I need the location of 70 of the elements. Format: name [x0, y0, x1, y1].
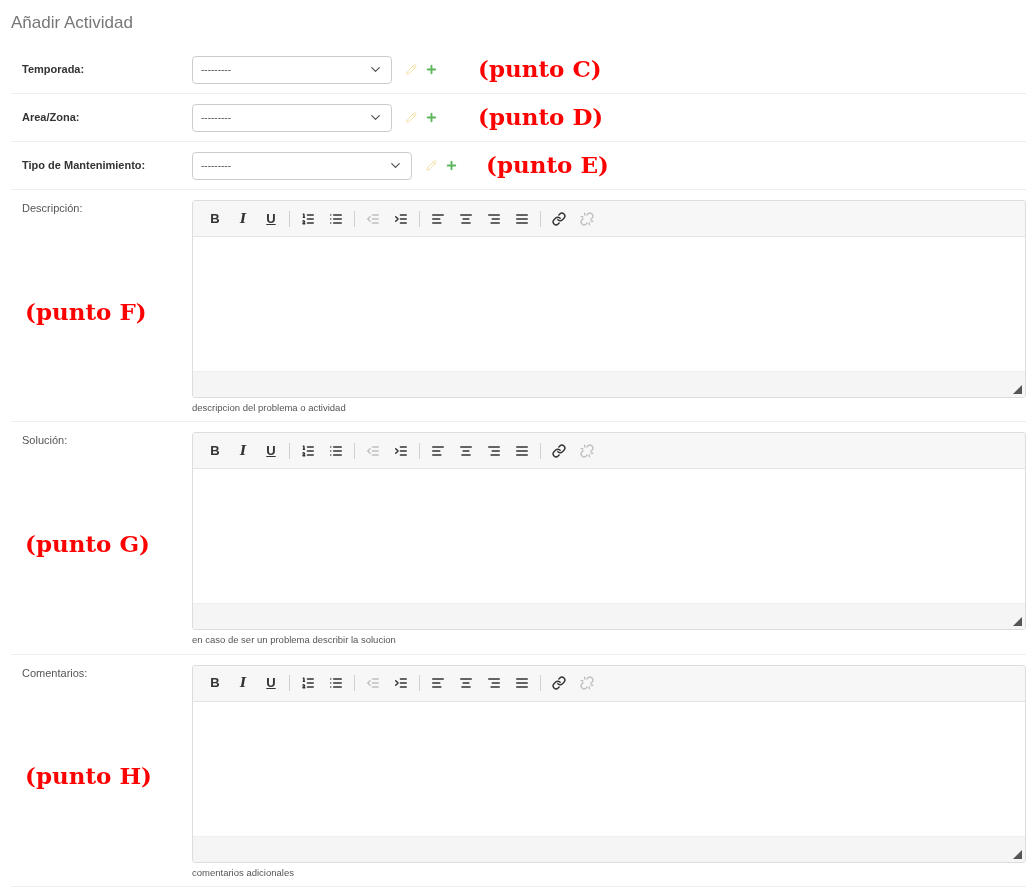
indent-icon — [394, 676, 408, 690]
unlink-icon — [580, 443, 594, 458]
outdent-icon — [366, 676, 380, 690]
annotation-label: (punto G) — [25, 528, 151, 559]
numbered-list-icon — [301, 211, 315, 226]
field-label: Solución: — [22, 433, 69, 449]
resize-handle-icon — [1013, 385, 1022, 394]
annotation-label: (punto H) — [25, 761, 153, 791]
numbered-list-icon — [301, 676, 315, 690]
unlink-icon — [580, 211, 594, 226]
resize-handle-icon — [1013, 849, 1022, 859]
format-button[interactable]: B — [201, 670, 229, 696]
pencil-icon — [426, 160, 437, 171]
help-text: descripcion del problema o actividad — [192, 401, 347, 415]
field-label: Area/Zona: — [22, 110, 81, 126]
justify-icon — [515, 211, 529, 226]
field-label: Temporada: — [22, 62, 86, 78]
field-label: Tipo de Mantenimiento: — [22, 158, 147, 174]
pencil-icon — [406, 112, 417, 123]
bullet-list-icon — [329, 676, 343, 690]
plus-icon — [425, 111, 438, 124]
link-icon — [552, 443, 566, 458]
help-text: comentarios adicionales — [192, 865, 295, 880]
rich-text-editor[interactable]: B I U — [192, 432, 1026, 631]
dropdown-select[interactable]: --------- — [192, 151, 412, 180]
link-icon — [552, 676, 566, 690]
resize-handle-icon — [1013, 617, 1022, 627]
align-left-icon — [431, 443, 445, 458]
indent-icon — [394, 443, 408, 458]
justify-icon — [515, 443, 529, 458]
justify-icon — [515, 676, 529, 690]
dropdown-select[interactable]: --------- — [192, 55, 392, 84]
dropdown-select[interactable]: --------- — [192, 103, 392, 132]
align-right-icon — [487, 443, 501, 458]
rich-text-editor[interactable]: B I U — [192, 200, 1026, 398]
align-left-icon — [431, 211, 445, 226]
unlink-icon — [580, 676, 594, 690]
format-button[interactable]: B — [201, 437, 229, 464]
link-icon — [552, 211, 566, 226]
rich-text-editor[interactable]: B I U — [192, 664, 1026, 863]
annotation-label: (punto D) — [478, 102, 604, 133]
annotation-label: (punto C) — [478, 54, 602, 85]
format-button[interactable]: U — [257, 670, 285, 696]
format-button[interactable]: I — [229, 670, 257, 696]
format-button[interactable]: U — [257, 437, 285, 464]
bullet-list-icon — [329, 211, 343, 226]
annotation-label: (punto E) — [486, 150, 609, 181]
field-label: Comentarios: — [22, 665, 89, 681]
format-button[interactable]: I — [229, 437, 257, 464]
format-button[interactable]: U — [257, 205, 285, 232]
annotation-label: (punto F) — [25, 296, 148, 327]
plus-icon — [425, 63, 438, 76]
help-text: en caso de ser un problema describir la solucion — [192, 633, 397, 648]
indent-icon — [394, 211, 408, 226]
format-button[interactable]: B — [201, 205, 229, 232]
align-right-icon — [487, 211, 501, 226]
align-right-icon — [487, 676, 501, 690]
outdent-icon — [366, 211, 380, 226]
numbered-list-icon — [301, 443, 315, 458]
align-center-icon — [459, 211, 473, 226]
plus-icon — [445, 159, 458, 172]
align-center-icon — [459, 443, 473, 458]
align-left-icon — [431, 676, 445, 690]
bullet-list-icon — [329, 443, 343, 458]
align-center-icon — [459, 676, 473, 690]
page-title: Añadir Actividad — [11, 12, 133, 35]
format-button[interactable]: I — [229, 205, 257, 232]
field-label: Descripción: — [22, 201, 84, 216]
outdent-icon — [366, 443, 380, 458]
pencil-icon — [406, 64, 417, 75]
